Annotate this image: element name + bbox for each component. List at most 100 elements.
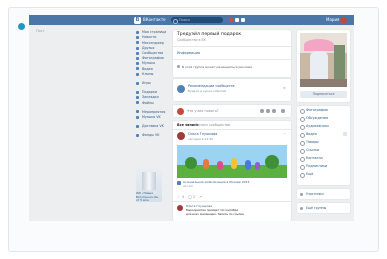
members-icon bbox=[300, 192, 303, 196]
recommend-title: Рекомендации сообществ bbox=[188, 84, 235, 88]
divider bbox=[173, 129, 291, 130]
group-menu: Фотографии Обсуждения Аудиозаписи Видео … bbox=[297, 106, 350, 185]
group-header-card: Тредуэйл первый подарок Сообщество в ВК … bbox=[173, 30, 291, 77]
video-icon[interactable] bbox=[266, 109, 270, 113]
music-icon[interactable] bbox=[272, 109, 276, 113]
composer-input[interactable]: Что у вас нового? bbox=[187, 109, 219, 113]
menu-label: Ещё bbox=[306, 172, 314, 176]
nav-label: Новости bbox=[142, 35, 157, 40]
ad-banner[interactable]: ЖК «Новые Ватутинки» Кв. от 5 млн bbox=[136, 168, 162, 202]
post-composer[interactable]: Что у вас нового? bbox=[173, 105, 291, 117]
share-icon[interactable]: ↗ bbox=[199, 195, 202, 199]
menu-item-links[interactable]: Ссылки bbox=[297, 146, 350, 154]
music-icon[interactable] bbox=[235, 17, 239, 22]
nav-item-funds[interactable]: Фонды VK bbox=[136, 133, 178, 138]
user-avatar[interactable] bbox=[340, 16, 347, 24]
menu-label: Ссылки bbox=[306, 148, 319, 152]
nav-item-clips[interactable]: Клипы bbox=[136, 72, 178, 77]
ad-text: ЖК «Новые Ватутинки» Кв. от 5 млн bbox=[136, 191, 159, 202]
more-icon bbox=[300, 172, 305, 178]
top-navigation-bar: В ВКонтакте Поиск Мария bbox=[29, 15, 354, 25]
nav-label: Подарки bbox=[142, 90, 158, 95]
notice-text: В этой группе может размещаться реклама bbox=[182, 64, 252, 69]
more-icon[interactable]: ··· bbox=[283, 132, 286, 136]
file-icon bbox=[136, 101, 139, 105]
brand-name: ВКонтакте bbox=[143, 17, 166, 22]
music-icon bbox=[136, 62, 139, 66]
post-author[interactable]: Ольга Глушкова bbox=[188, 132, 217, 136]
menu-item-contacts[interactable]: Контакты bbox=[297, 154, 350, 162]
post-image[interactable] bbox=[177, 145, 287, 178]
menu-item-photos[interactable]: Фотографии bbox=[297, 106, 350, 114]
nav-label: Фонды VK bbox=[142, 133, 160, 138]
groups-icon bbox=[136, 51, 139, 55]
nav-item-vk-music[interactable]: Музыка VK bbox=[136, 115, 178, 120]
close-icon[interactable]: × bbox=[283, 86, 286, 90]
menu-item-goods[interactable]: Товары bbox=[297, 138, 350, 146]
photo-icon[interactable] bbox=[260, 109, 264, 113]
vkmusic-icon bbox=[136, 115, 139, 119]
avatar bbox=[177, 107, 184, 115]
child-figure bbox=[231, 158, 237, 169]
subscribe-button[interactable]: Подписаться bbox=[300, 91, 347, 98]
tree bbox=[265, 155, 279, 169]
menu-item-more[interactable]: Ещё bbox=[297, 170, 350, 178]
user-name[interactable]: Мария bbox=[326, 17, 339, 22]
search-placeholder: Поиск bbox=[179, 18, 191, 22]
friends-icon bbox=[136, 46, 139, 50]
nav-label: Мероприятия bbox=[142, 109, 166, 114]
comment-count: 2 bbox=[193, 195, 196, 199]
members-card[interactable]: Участники bbox=[297, 189, 350, 199]
link-icon bbox=[300, 148, 305, 154]
cover-photo[interactable] bbox=[300, 33, 347, 87]
menu-item-video[interactable]: Видео bbox=[297, 130, 350, 138]
menu-item-audio[interactable]: Аудиозаписи bbox=[297, 122, 350, 130]
nav-item-files[interactable]: Файлы bbox=[136, 100, 178, 105]
search-input[interactable]: Поиск bbox=[171, 17, 223, 24]
left-navigation: Моя страница Новости Мессенджер Друзья С… bbox=[136, 30, 178, 138]
members-label: Участники bbox=[306, 192, 324, 196]
video-icon bbox=[300, 132, 305, 138]
nav-label: Музыка bbox=[142, 61, 156, 66]
search-icon bbox=[173, 18, 178, 24]
divider bbox=[173, 59, 291, 60]
page-title: Тредуэйл первый подарок bbox=[177, 32, 242, 37]
info-link[interactable]: Информация bbox=[177, 51, 200, 55]
apps-icon[interactable] bbox=[241, 17, 245, 22]
menu-badge bbox=[343, 132, 347, 136]
audio-icon bbox=[300, 124, 305, 130]
bullet-dot bbox=[18, 23, 25, 30]
photos-icon bbox=[136, 56, 139, 60]
building-image bbox=[142, 172, 156, 190]
group-cover-card: Подписаться bbox=[297, 30, 350, 102]
notification-icon[interactable] bbox=[229, 17, 233, 22]
nav-item-delivery[interactable]: Доставка VK bbox=[136, 124, 178, 129]
nav-label: Файлы bbox=[142, 100, 154, 105]
more-groups-card[interactable]: Ещё группы bbox=[297, 203, 350, 213]
commenter-avatar[interactable] bbox=[177, 205, 183, 211]
nav-label: Фотографии bbox=[142, 56, 164, 61]
like-icon[interactable]: ♡ bbox=[177, 195, 180, 199]
nav-label: Музыка VK bbox=[142, 114, 161, 119]
umbrella bbox=[304, 39, 334, 51]
menu-item-followers[interactable]: Подписчики bbox=[297, 162, 350, 170]
menu-item-discussions[interactable]: Обсуждения bbox=[297, 114, 350, 122]
child-figure bbox=[245, 160, 251, 170]
post-card: Все записи Записи сообщества Ольга Глушк… bbox=[173, 121, 291, 221]
nav-label: Закладки bbox=[142, 95, 159, 100]
nav-label: Клипы bbox=[142, 71, 154, 76]
recommend-card[interactable]: Рекомендации сообществ Будьте в курсе со… bbox=[173, 79, 291, 101]
contacts-icon bbox=[300, 156, 305, 162]
link-domain: vk.com bbox=[183, 184, 194, 188]
menu-label: Видео bbox=[306, 132, 317, 136]
delivery-icon bbox=[136, 124, 139, 128]
comment-icon[interactable]: ◯ bbox=[188, 195, 192, 199]
person-figure bbox=[310, 51, 328, 81]
more-icon[interactable] bbox=[281, 109, 285, 113]
vk-logo-icon[interactable]: В bbox=[134, 16, 141, 24]
tab-group-posts[interactable]: Записи сообщества bbox=[195, 123, 230, 127]
comment-text-2: для всех желающих. Запись по ссылке bbox=[186, 211, 244, 216]
nav-item-games[interactable]: Игры bbox=[136, 81, 178, 86]
author-avatar[interactable] bbox=[177, 132, 185, 140]
messages-icon bbox=[136, 41, 139, 45]
